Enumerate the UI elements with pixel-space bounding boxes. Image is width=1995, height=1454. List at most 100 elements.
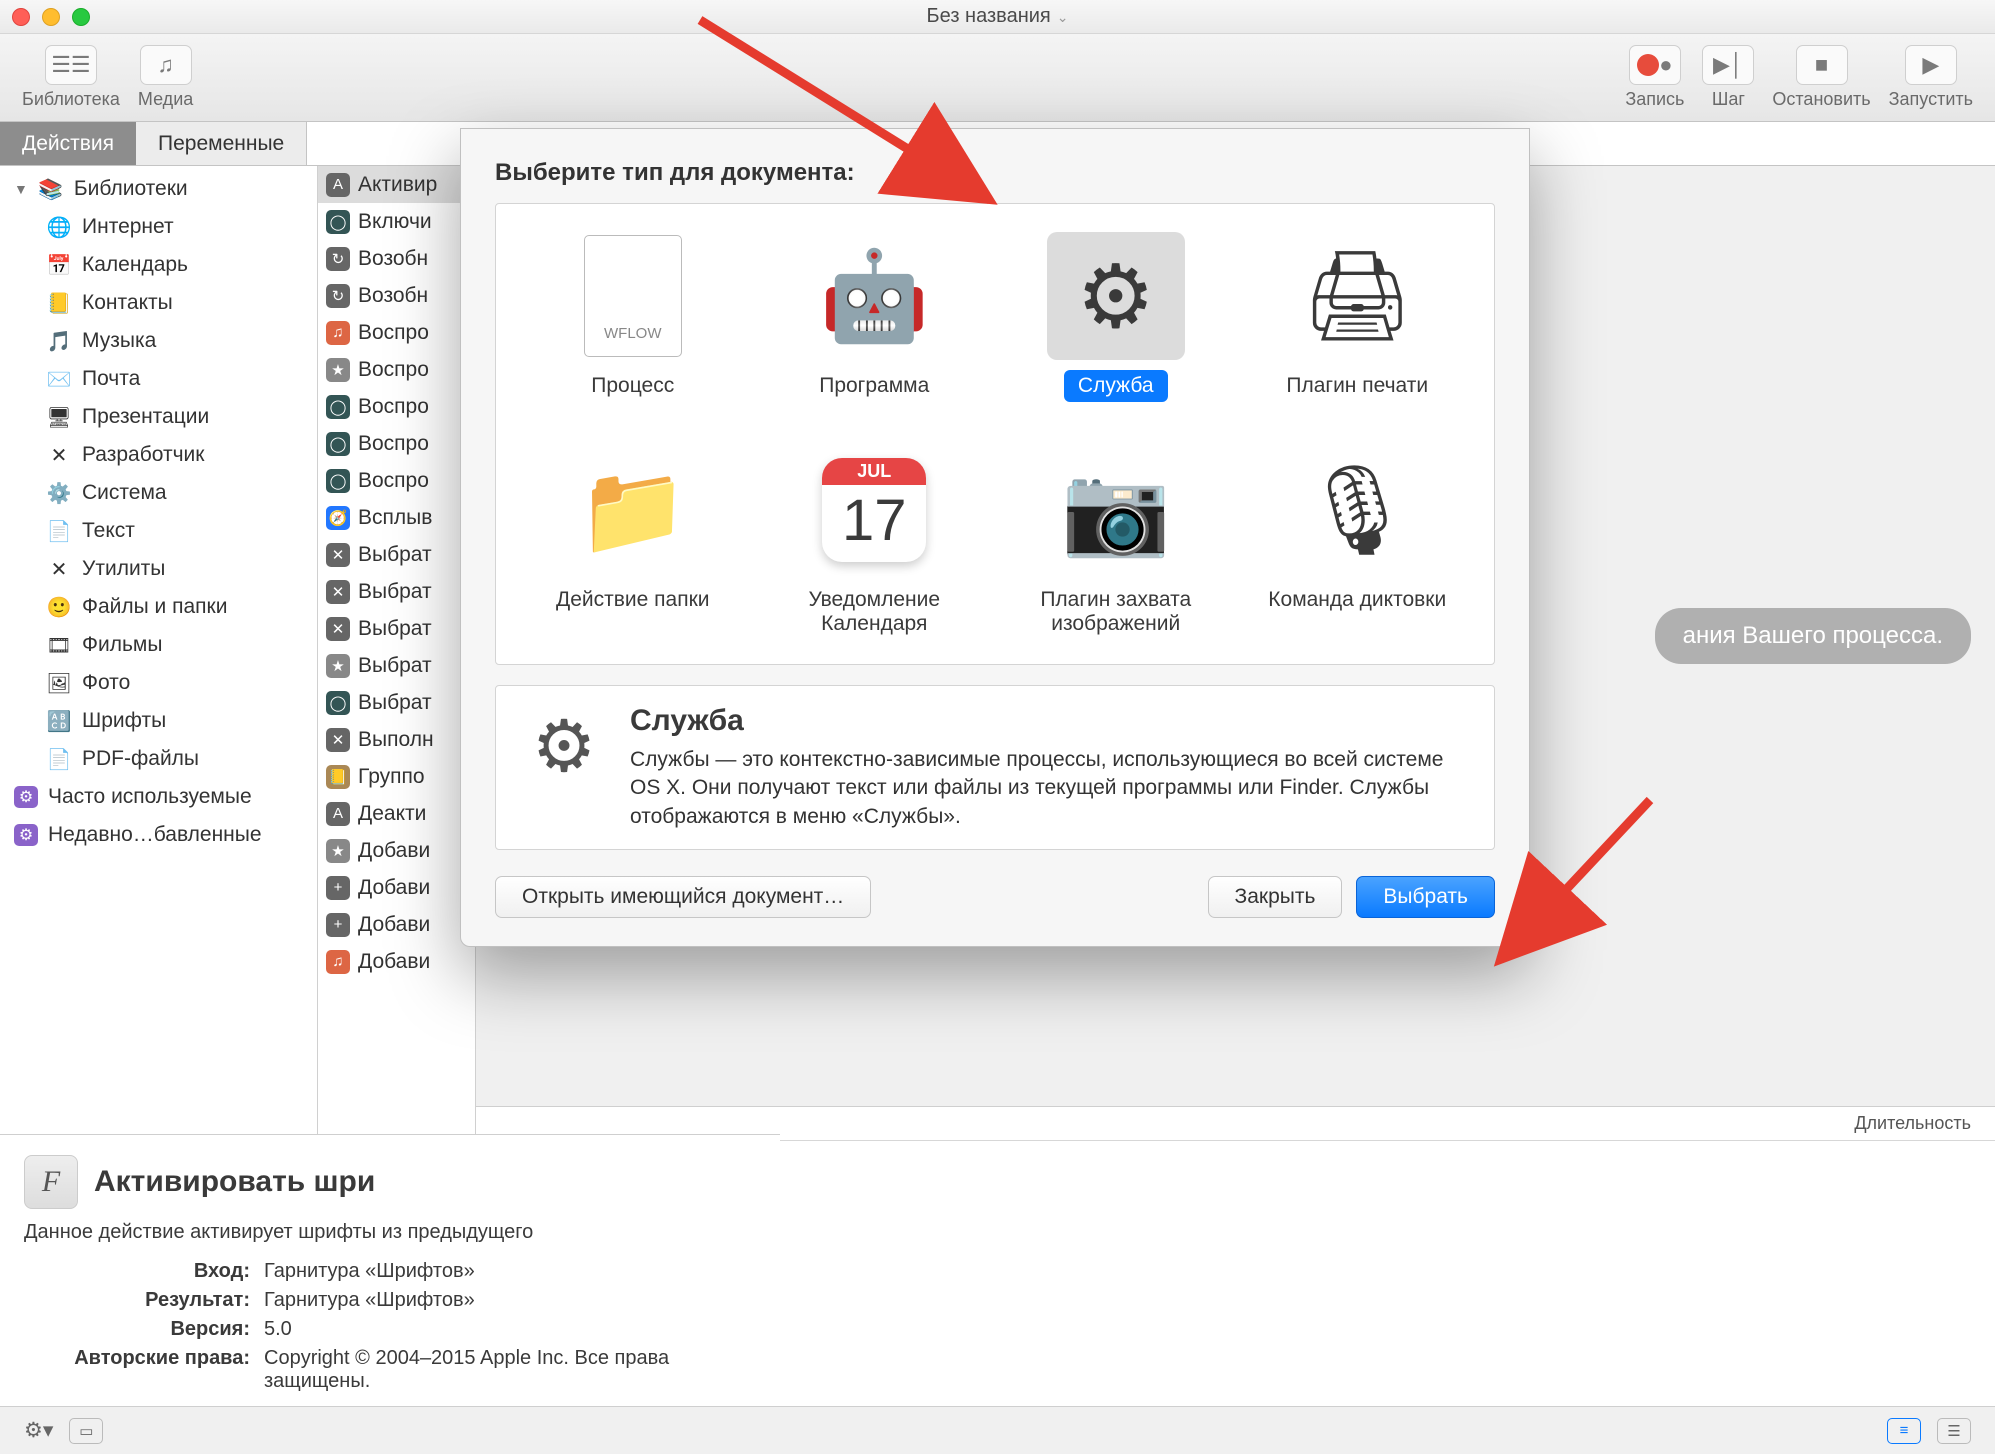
action-row[interactable]: AДеакти: [318, 795, 475, 832]
tab-actions[interactable]: Действия: [0, 122, 136, 165]
doc-type-dictation[interactable]: 🎙Команда диктовки: [1237, 440, 1479, 640]
canvas-hint: ания Вашего процесса.: [1655, 608, 1971, 664]
action-icon: +: [326, 876, 350, 900]
library-item-developer[interactable]: ✕Разработчик: [0, 436, 317, 474]
library-item-music[interactable]: 🎵Музыка: [0, 322, 317, 360]
action-label: Воспро: [358, 432, 429, 456]
action-row[interactable]: ◯Включи: [318, 203, 475, 240]
type-desc-body: Службы — это контекстно-зависимые процес…: [630, 746, 1472, 831]
library-item-files[interactable]: 🙂Файлы и папки: [0, 588, 317, 626]
library-item-calendar[interactable]: 📅Календарь: [0, 246, 317, 284]
action-row[interactable]: 📒Группо: [318, 758, 475, 795]
chevron-down-icon[interactable]: ⌄: [1051, 9, 1069, 25]
doc-type-service[interactable]: ⚙︎Служба: [995, 226, 1237, 402]
doc-type-calalarm[interactable]: JUL17Уведомление Календаря: [754, 440, 996, 640]
meta-value: Гарнитура «Шрифтов»: [264, 1260, 750, 1283]
library-item-movies[interactable]: 🎞Фильмы: [0, 626, 317, 664]
media-button[interactable]: ♫ Медиа: [138, 45, 193, 110]
media-icon: ♫: [140, 45, 192, 85]
open-existing-button[interactable]: Открыть имеющийся документ…: [495, 876, 871, 918]
action-row[interactable]: ◯Воспро: [318, 462, 475, 499]
gear-icon[interactable]: ⚙︎▾: [24, 1418, 53, 1443]
action-icon: ★: [326, 358, 350, 382]
action-row[interactable]: ✕Выбрат: [318, 536, 475, 573]
action-row[interactable]: 🧭Всплыв: [318, 499, 475, 536]
sheet-prompt: Выберите тип для документа:: [495, 159, 1495, 187]
run-icon: ▶: [1905, 45, 1957, 85]
view-mode-list[interactable]: ≡: [1887, 1418, 1921, 1444]
doc-type-imagecapture[interactable]: 📷Плагин захвата изображений: [995, 440, 1237, 640]
library-item-system[interactable]: ⚙️Система: [0, 474, 317, 512]
library-item-photo[interactable]: 🖼Фото: [0, 664, 317, 702]
view-mode-detail[interactable]: ▭: [69, 1418, 103, 1444]
tab-variables[interactable]: Переменные: [136, 122, 306, 165]
libraries-header[interactable]: ▼ 📚 Библиотеки: [0, 170, 317, 208]
action-row[interactable]: ★Выбрат: [318, 647, 475, 684]
action-row[interactable]: ✕Выполн: [318, 721, 475, 758]
doc-type-application[interactable]: 🤖Программа: [754, 226, 996, 402]
run-label: Запустить: [1889, 89, 1973, 110]
media-label: Медиа: [138, 89, 193, 110]
choose-button[interactable]: Выбрать: [1356, 876, 1495, 918]
doc-type-label: Программа: [805, 370, 943, 402]
action-row[interactable]: ★Добави: [318, 832, 475, 869]
library-item-pdf[interactable]: 📄PDF-файлы: [0, 740, 317, 778]
library-item-keynote[interactable]: 🖥Презентации: [0, 398, 317, 436]
action-row[interactable]: ♫Воспро: [318, 314, 475, 351]
library-button[interactable]: ☰☰Библиотека: [22, 45, 120, 110]
action-icon: ✕: [326, 728, 350, 752]
action-label: Всплыв: [358, 506, 432, 530]
footer-bar: ⚙︎▾ ▭ ≡ ☰: [0, 1406, 1995, 1454]
doc-type-workflow[interactable]: Процесс: [512, 226, 754, 402]
stop-button[interactable]: ■Остановить: [1772, 45, 1870, 110]
action-label: Воспро: [358, 469, 429, 493]
action-row[interactable]: ↻Возобн: [318, 277, 475, 314]
action-row[interactable]: ★Воспро: [318, 351, 475, 388]
meta-value: Гарнитура «Шрифтов»: [264, 1289, 750, 1312]
library-stack-icon: 📚: [38, 176, 64, 202]
action-row[interactable]: ✕Выбрат: [318, 610, 475, 647]
action-row[interactable]: +Добави: [318, 906, 475, 943]
close-button[interactable]: Закрыть: [1208, 876, 1343, 918]
library-item-label: Календарь: [82, 253, 188, 277]
step-button[interactable]: ▶│Шаг: [1702, 45, 1754, 110]
library-item-contacts[interactable]: 📒Контакты: [0, 284, 317, 322]
library-item-text[interactable]: 📄Текст: [0, 512, 317, 550]
internet-icon: 🌐: [46, 214, 72, 240]
titlebar: Без названия⌄: [0, 0, 1995, 34]
doc-type-label: Команда диктовки: [1254, 584, 1460, 616]
doc-type-folderaction[interactable]: 📁Действие папки: [512, 440, 754, 640]
meta-label: Результат:: [24, 1289, 264, 1312]
action-icon: ♫: [326, 950, 350, 974]
library-item-fonts[interactable]: 🔠Шрифты: [0, 702, 317, 740]
action-row[interactable]: ♫Добави: [318, 943, 475, 980]
library-item-internet[interactable]: 🌐Интернет: [0, 208, 317, 246]
text-icon: 📄: [46, 518, 72, 544]
action-row[interactable]: ◯Воспро: [318, 388, 475, 425]
action-row[interactable]: ✕Выбрат: [318, 573, 475, 610]
doc-type-label: Плагин печати: [1272, 370, 1442, 402]
action-row[interactable]: AАктивир: [318, 166, 475, 203]
action-row[interactable]: ◯Выбрат: [318, 684, 475, 721]
library-item-utilities[interactable]: ✕Утилиты: [0, 550, 317, 588]
action-icon: ◯: [326, 395, 350, 419]
smart-folder-popular[interactable]: ⚙Часто используемые: [0, 778, 317, 816]
meta-value: Copyright © 2004–2015 Apple Inc. Все пра…: [264, 1347, 750, 1393]
run-button[interactable]: ▶ Запустить: [1889, 45, 1973, 110]
contacts-icon: 📒: [46, 290, 72, 316]
view-mode-flow[interactable]: ☰: [1937, 1418, 1971, 1444]
library-item-label: Шрифты: [82, 709, 166, 733]
type-desc-title: Служба: [630, 704, 1472, 738]
action-label: Возобн: [358, 247, 428, 271]
disclosure-triangle-icon[interactable]: ▼: [14, 181, 28, 197]
record-label: Запись: [1625, 89, 1684, 110]
library-item-mail[interactable]: ✉️Почта: [0, 360, 317, 398]
doc-type-printplugin[interactable]: 🖨Плагин печати: [1237, 226, 1479, 402]
action-row[interactable]: ◯Воспро: [318, 425, 475, 462]
record-button[interactable]: ●Запись: [1625, 45, 1684, 110]
action-row[interactable]: +Добави: [318, 869, 475, 906]
action-row[interactable]: ↻Возобн: [318, 240, 475, 277]
smart-folder-recent[interactable]: ⚙Недавно…бавленные: [0, 816, 317, 854]
workflow-icon: [564, 232, 702, 360]
files-icon: 🙂: [46, 594, 72, 620]
